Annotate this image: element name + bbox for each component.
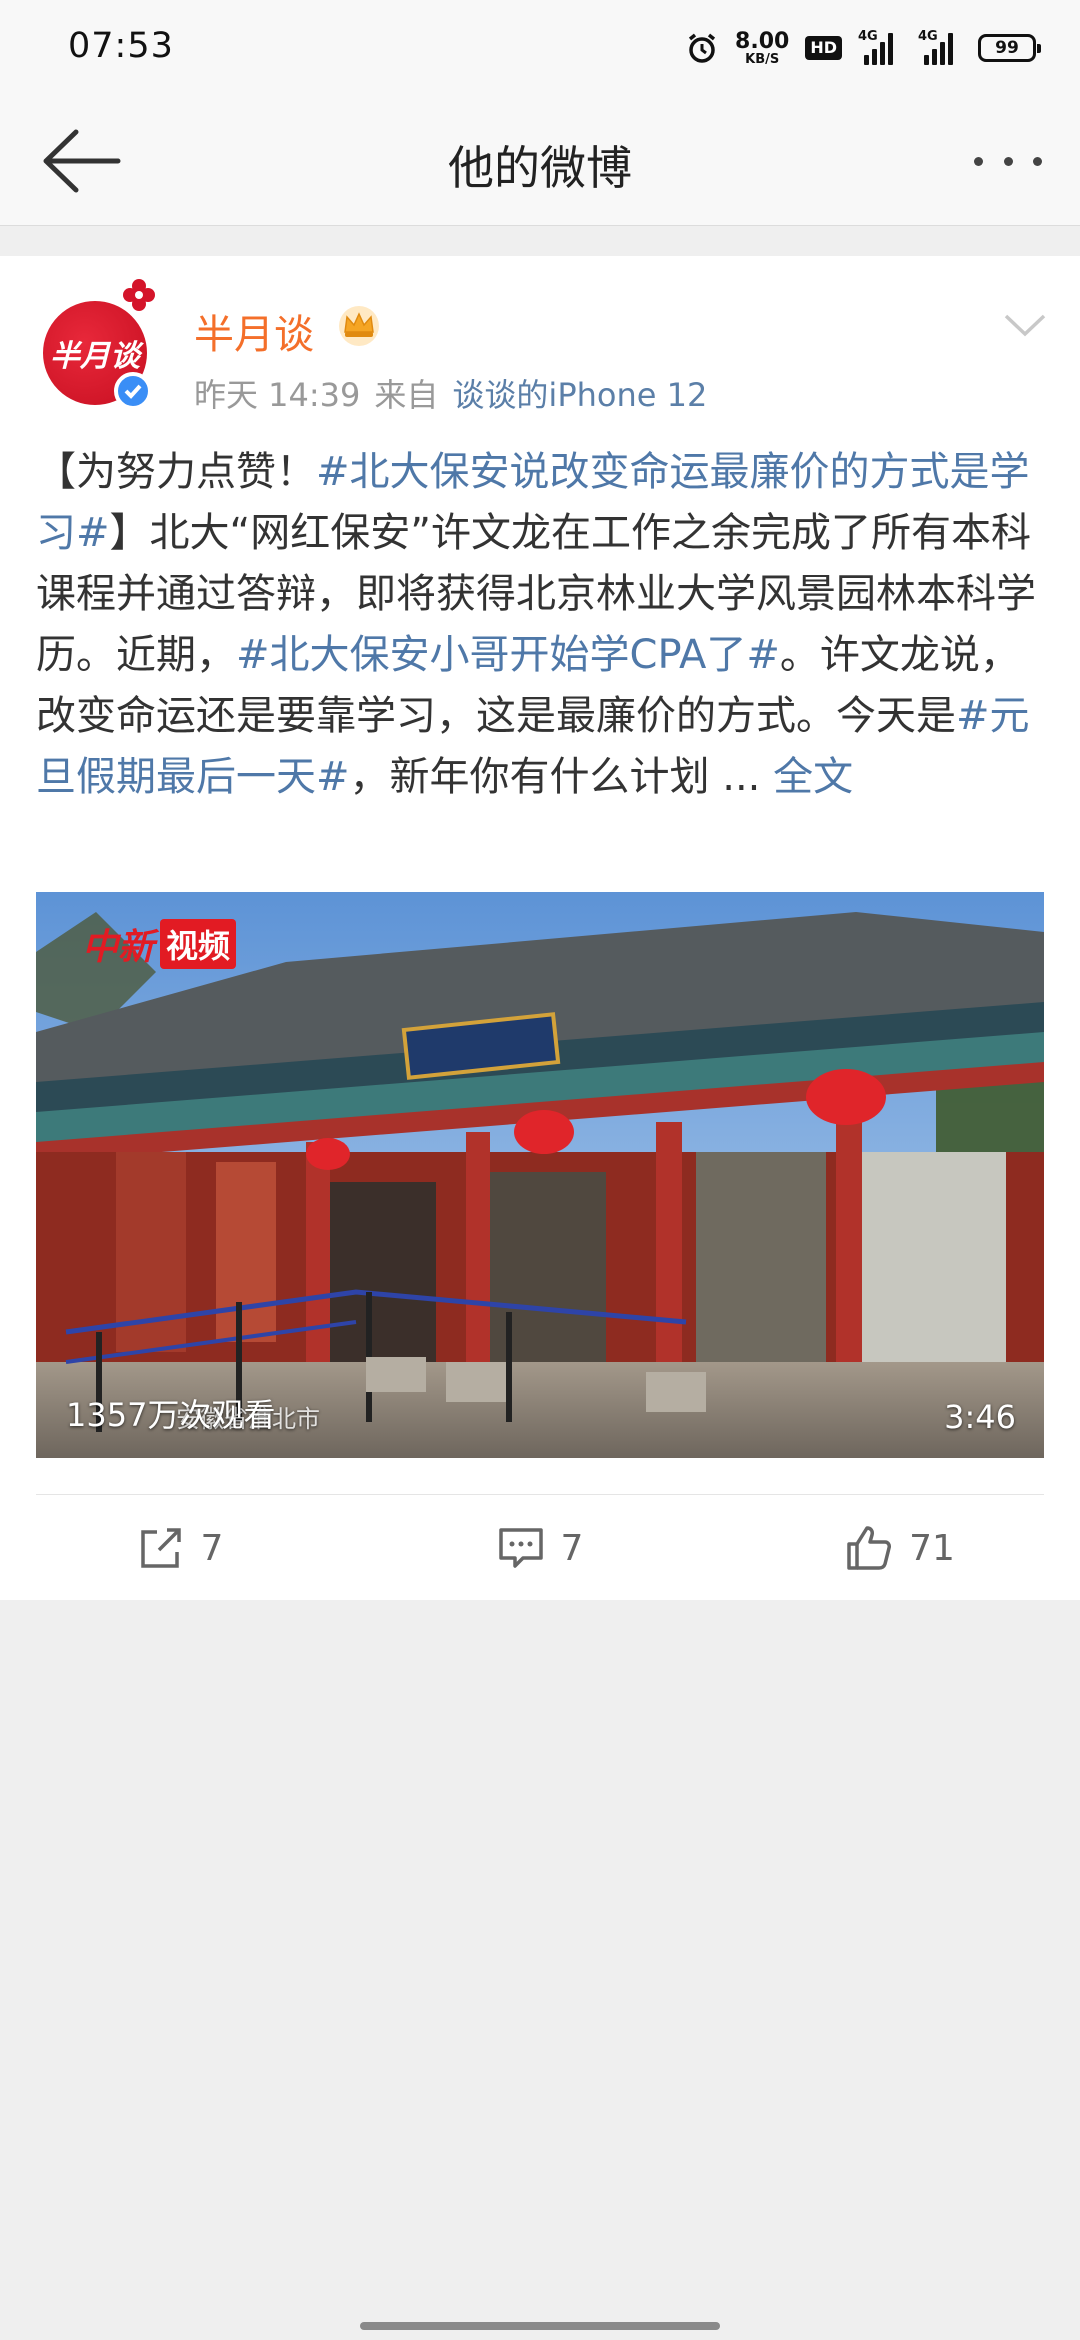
chevron-down-icon[interactable] — [1002, 312, 1048, 340]
post-time: 昨天 14:39 — [194, 376, 361, 414]
status-icons: 8.00 KB/S HD 4G 4G 99 — [685, 24, 1041, 72]
battery-level: 99 — [995, 38, 1019, 58]
comment-icon — [498, 1528, 543, 1568]
flower-icon — [123, 279, 155, 311]
author-avatar[interactable]: 半月谈 — [36, 278, 160, 410]
video-duration: 3:46 — [944, 1398, 1016, 1436]
post-meta: 昨天 14:39 来自 谈谈的iPhone 12 — [194, 370, 707, 416]
read-full-text-link[interactable]: 全文 — [773, 754, 853, 800]
alarm-icon — [688, 33, 716, 63]
network-speed-value: 8.00 — [735, 28, 790, 54]
verified-badge-icon — [114, 372, 152, 410]
page-title: 他的微博 — [448, 141, 632, 195]
author-name[interactable]: 半月谈 — [194, 302, 314, 360]
post-source-prefix: 来自 — [374, 376, 439, 414]
signal-strength-icon: 4G — [858, 29, 902, 65]
status-bar: 07:53 8.00 KB/S HD 4G 4G 99 — [0, 0, 1080, 96]
signal-label: 4G — [858, 29, 878, 44]
battery-icon: 99 — [978, 34, 1041, 62]
video-view-count: 1357万次观看 — [66, 1396, 276, 1434]
comment-button[interactable]: 7 — [360, 1496, 720, 1600]
divider — [36, 1494, 1044, 1495]
weibo-post-card: 半月谈 半月谈 昨天 14:39 来自 谈谈的iPhone 12 【为努力点赞！… — [0, 256, 1080, 1600]
more-dot-icon — [974, 156, 983, 166]
post-text-plain: 【为努力点赞！ — [36, 449, 316, 495]
watermark-badge: 视频 — [160, 919, 237, 969]
like-button[interactable]: 71 — [720, 1496, 1080, 1600]
video-player[interactable]: 中新 视频 安徽省淮北市 1357万次观看 3:46 — [36, 892, 1044, 1458]
watermark-text: 中新 — [82, 927, 155, 968]
more-options-button[interactable] — [968, 136, 1048, 186]
repost-button[interactable]: 7 — [0, 1496, 360, 1600]
post-action-bar: 7 7 71 — [0, 1496, 1080, 1600]
comment-count: 7 — [560, 1527, 584, 1569]
network-speed: 8.00 KB/S — [735, 28, 790, 67]
repost-count: 7 — [200, 1527, 224, 1569]
home-indicator[interactable] — [360, 2322, 720, 2330]
hashtag-link[interactable]: #北大保安小哥开始学CPA了# — [236, 632, 780, 678]
hd-badge: HD — [805, 36, 842, 60]
network-speed-unit: KB/S — [745, 51, 780, 67]
more-dot-icon — [1033, 156, 1042, 166]
nav-bar: 他的微博 — [0, 96, 1080, 226]
signal-label-2: 4G — [918, 29, 938, 44]
video-watermark: 中新 视频 — [82, 918, 237, 970]
post-source-device[interactable]: 谈谈的iPhone 12 — [452, 370, 707, 416]
signal-strength-icon-2: 4G — [918, 29, 962, 65]
like-count: 71 — [909, 1527, 955, 1569]
more-dot-icon — [1003, 156, 1013, 166]
post-text-plain: ，新年你有什么计划 ... — [349, 754, 774, 800]
repost-icon — [140, 1528, 181, 1568]
thumbs-up-icon — [847, 1526, 892, 1570]
avatar-text: 半月谈 — [50, 339, 140, 374]
crown-icon — [339, 306, 379, 346]
status-time: 07:53 — [68, 26, 174, 66]
video-thumbnail — [36, 892, 1044, 1458]
post-body: 【为努力点赞！#北大保安说改变命运最廉价的方式是学习#】北大“网红保安”许文龙在… — [36, 442, 1046, 808]
